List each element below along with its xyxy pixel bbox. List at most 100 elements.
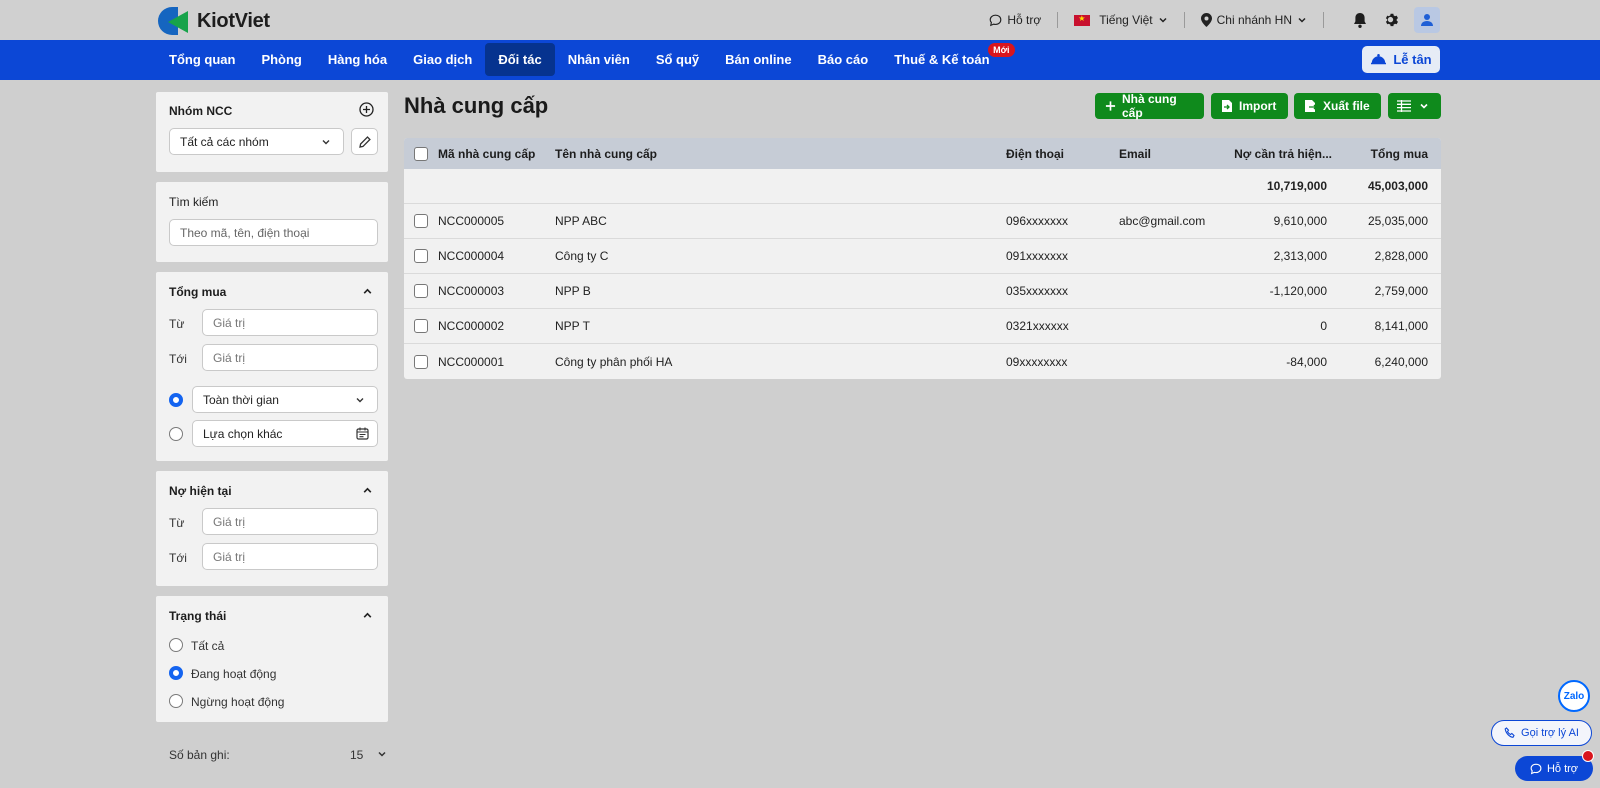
add-supplier-button[interactable]: Nhà cung cấp <box>1095 92 1204 120</box>
export-label: Xuất file <box>1323 99 1370 113</box>
page-title: Nhà cung cấp <box>404 93 549 118</box>
search-input[interactable]: Theo mã, tên, điện thoại <box>169 219 378 246</box>
all-time-radio[interactable] <box>169 393 183 407</box>
export-button[interactable]: Xuất file <box>1294 93 1381 119</box>
supplier-debt: -1,120,000 <box>1269 284 1327 298</box>
nav-item-doi-tac[interactable]: Đối tác <box>485 43 555 76</box>
current-debt-title: Nợ hiện tại <box>169 484 232 498</box>
supplier-debt: 0 <box>1320 319 1327 333</box>
nav-item-phong[interactable]: Phòng <box>248 43 314 76</box>
status-card: Trạng thái Tất cả Đang hoạt động Ngừng h… <box>156 596 388 722</box>
debt-to-input[interactable]: Giá trị <box>202 543 378 570</box>
chevron-down-icon <box>378 751 386 757</box>
total-purchase-from-input[interactable]: Giá trị <box>202 309 378 336</box>
file-export-icon <box>1305 100 1317 112</box>
nav-item-bao-cao[interactable]: Báo cáo <box>805 43 882 76</box>
chevron-down-icon <box>1420 103 1428 109</box>
supplier-debt: 2,313,000 <box>1273 249 1327 263</box>
import-button[interactable]: Import <box>1211 93 1288 119</box>
supplier-group-select[interactable]: Tất cả các nhóm <box>169 128 344 155</box>
time-range-select[interactable]: Toàn thời gian <box>192 386 378 413</box>
search-title: Tìm kiếm <box>169 195 219 209</box>
reception-button[interactable]: Lễ tân <box>1362 46 1440 73</box>
status-inactive-radio[interactable] <box>169 694 183 708</box>
table-row[interactable]: NCC000004 Công ty C 091xxxxxxx 2,313,000… <box>404 239 1441 274</box>
supplier-group-value: Tất cả các nhóm <box>180 134 269 149</box>
nav-item-ban-online[interactable]: Bán online <box>712 43 804 76</box>
help-link[interactable]: Hỗ trợ <box>989 13 1041 27</box>
supplier-total: 8,141,000 <box>1374 319 1428 333</box>
row-checkbox[interactable] <box>414 214 428 228</box>
supplier-total: 6,240,000 <box>1374 354 1428 369</box>
column-header-code[interactable]: Mã nhà cung cấp <box>438 138 535 169</box>
chat-icon <box>990 14 1002 26</box>
to-label: Tới <box>169 352 187 366</box>
language-select[interactable]: Tiếng Việt <box>1074 13 1167 27</box>
row-checkbox[interactable] <box>414 319 428 333</box>
zalo-button[interactable]: Zalo <box>1558 680 1590 712</box>
column-header-phone[interactable]: Điện thoại <box>1006 138 1064 169</box>
user-avatar[interactable] <box>1414 7 1440 33</box>
supplier-name: NPP T <box>555 319 590 333</box>
reception-label: Lễ tân <box>1393 52 1432 67</box>
chat-icon <box>1530 763 1542 774</box>
chevron-up-icon[interactable] <box>362 286 373 297</box>
chevron-up-icon[interactable] <box>362 610 373 621</box>
column-header-email[interactable]: Email <box>1119 138 1151 169</box>
supplier-name: Công ty phân phối HA <box>555 354 673 369</box>
column-header-total[interactable]: Tổng mua <box>1371 138 1428 169</box>
select-all-checkbox[interactable] <box>414 146 428 161</box>
table-row[interactable]: NCC000005 NPP ABC 096xxxxxxx abc@gmail.c… <box>404 204 1441 239</box>
table-row[interactable]: NCC000001 Công ty phân phối HA 09xxxxxxx… <box>404 344 1441 379</box>
file-import-icon <box>1222 100 1232 112</box>
ai-assistant-button[interactable]: Gọi trợ lý AI <box>1491 720 1592 746</box>
row-checkbox[interactable] <box>414 249 428 263</box>
from-label: Từ <box>169 516 185 530</box>
column-header-debt[interactable]: Nợ cần trả hiện... <box>1234 138 1332 169</box>
table-row[interactable]: NCC000003 NPP B 035xxxxxxx -1,120,000 2,… <box>404 274 1441 309</box>
debt-from-input[interactable]: Giá trị <box>202 508 378 535</box>
custom-time-input[interactable]: Lựa chọn khác <box>192 420 378 447</box>
chevron-down-icon <box>322 140 330 145</box>
supplier-code: NCC000005 <box>438 214 505 228</box>
row-checkbox[interactable] <box>414 354 428 369</box>
supplier-total: 2,828,000 <box>1374 249 1428 263</box>
total-purchase-to-input[interactable]: Giá trị <box>202 344 378 371</box>
add-group-icon[interactable] <box>359 102 374 117</box>
nav-item-tong-quan[interactable]: Tổng quan <box>156 43 248 76</box>
status-active-radio[interactable] <box>169 666 183 680</box>
status-all-radio[interactable] <box>169 638 183 652</box>
nav-item-giao-dich[interactable]: Giao dịch <box>400 43 485 76</box>
language-label: Tiếng Việt <box>1099 13 1153 27</box>
supplier-name: NPP ABC <box>555 214 607 228</box>
chevron-down-icon <box>356 398 364 403</box>
edit-group-button[interactable] <box>351 128 378 155</box>
nav-item-thue-ke-toan[interactable]: Thuế & Kế toán Mới <box>881 43 1015 76</box>
table-row[interactable]: NCC000002 NPP T 0321xxxxxx 0 8,141,000 <box>404 309 1441 344</box>
column-view-button[interactable] <box>1388 93 1441 119</box>
branch-label: Chi nhánh HN <box>1216 13 1292 27</box>
row-checkbox[interactable] <box>414 284 428 298</box>
status-inactive-label: Ngừng hoạt động <box>191 695 285 709</box>
nav-item-hang-hoa[interactable]: Hàng hóa <box>315 43 400 76</box>
custom-time-radio[interactable] <box>169 427 183 441</box>
import-label: Import <box>1239 99 1277 113</box>
support-chat-button[interactable]: Hỗ trợ <box>1515 756 1593 781</box>
brand-logo[interactable]: KiotViet <box>158 5 270 37</box>
value-placeholder: Giá trị <box>213 315 246 330</box>
gear-icon <box>1385 13 1398 27</box>
nav-item-so-quy[interactable]: Sổ quỹ <box>643 43 712 76</box>
plus-icon <box>1105 101 1116 111</box>
supplier-debt: -84,000 <box>1286 354 1327 369</box>
notification-button[interactable] <box>1348 8 1372 32</box>
nav-item-nhan-vien[interactable]: Nhân viên <box>555 43 643 76</box>
supplier-phone: 0321xxxxxx <box>1006 319 1069 333</box>
chevron-up-icon[interactable] <box>362 485 373 496</box>
branch-select[interactable]: Chi nhánh HN <box>1200 13 1307 27</box>
records-per-page-select[interactable]: 15 <box>350 748 387 762</box>
current-debt-card: Nợ hiện tại Từ Giá trị Tới Giá trị <box>156 471 388 586</box>
settings-button[interactable] <box>1380 8 1404 32</box>
list-view-icon <box>1397 100 1411 112</box>
add-supplier-label: Nhà cung cấp <box>1121 92 1177 120</box>
column-header-name[interactable]: Tên nhà cung cấp <box>555 138 657 169</box>
